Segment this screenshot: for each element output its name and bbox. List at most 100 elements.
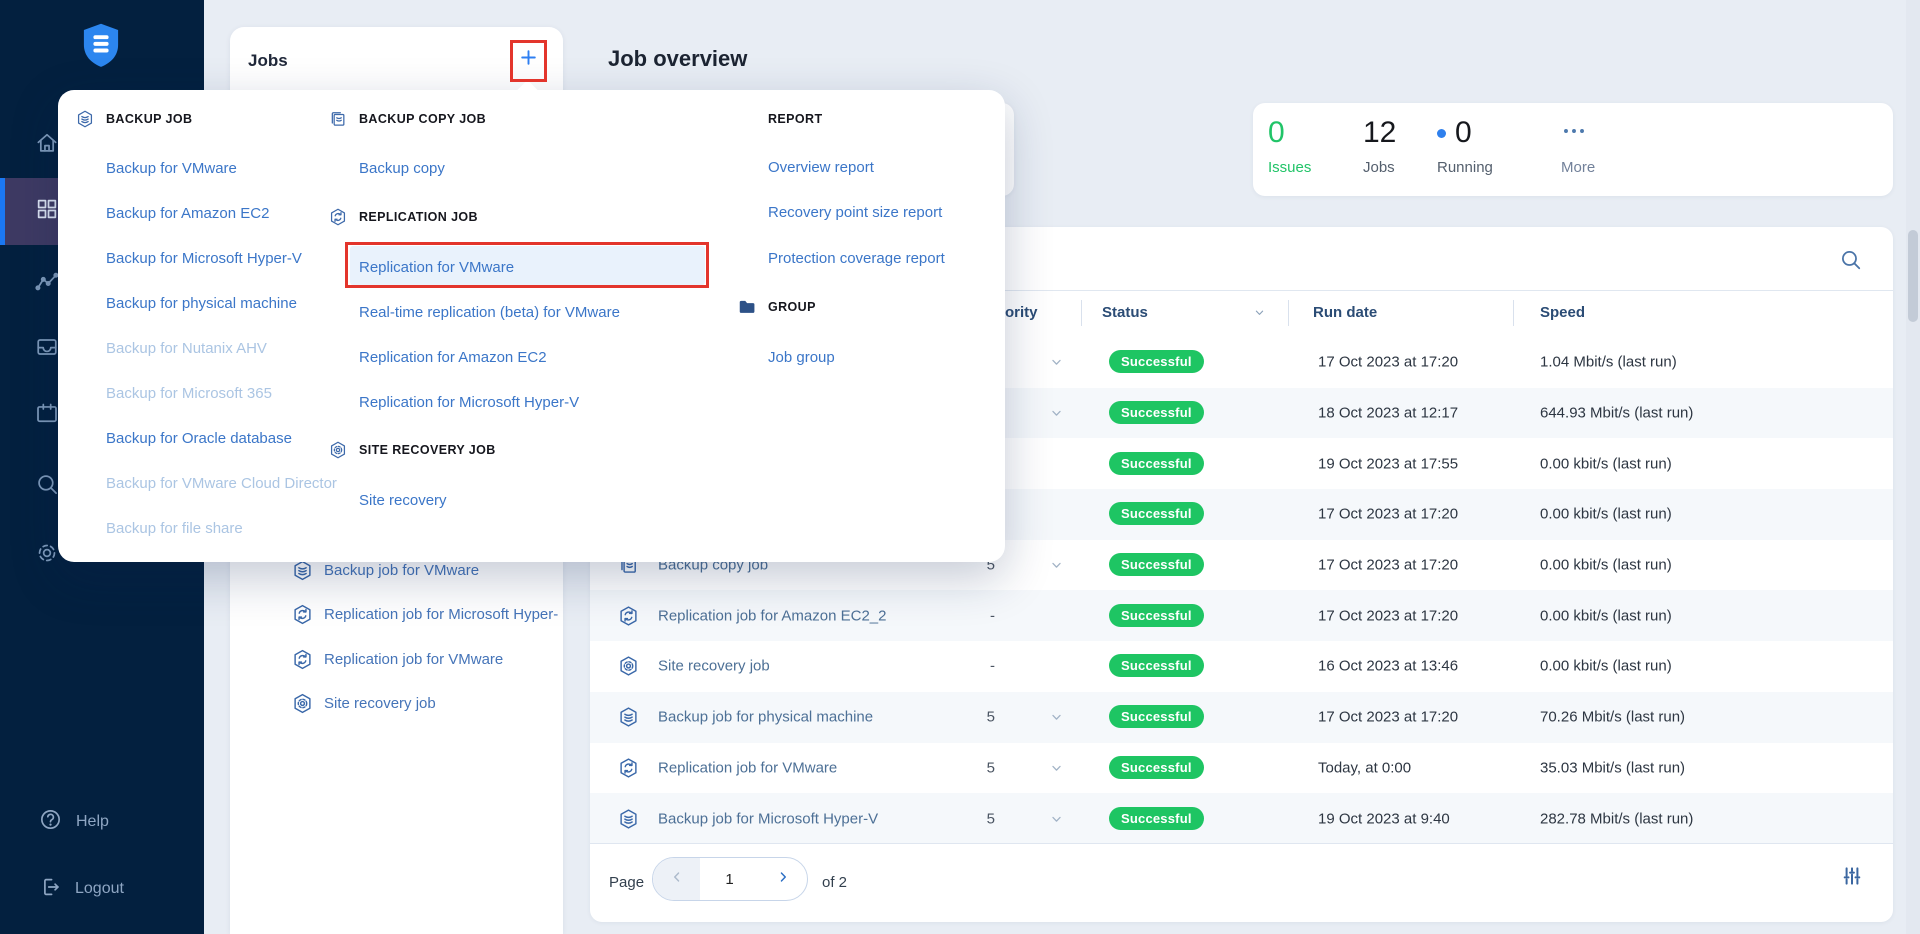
menu-item-real-time-replication-beta-for-vmware[interactable]: Real-time replication (beta) for VMware (328, 300, 620, 324)
menu-label: REPLICATION JOB (359, 210, 478, 224)
menu-item-backup-for-microsoft-hyper-v[interactable]: Backup for Microsoft Hyper-V (75, 246, 302, 270)
column-header-run-date[interactable]: Run date (1313, 304, 1377, 321)
menu-item-backup-for-vmware-cloud-director[interactable]: Backup for VMware Cloud Director (75, 471, 337, 495)
run-date: 17 Oct 2023 at 17:20 (1318, 708, 1459, 726)
tree-item-replication-job-for-microsoft-hyper[interactable]: Replication job for Microsoft Hyper- (291, 602, 558, 626)
menu-item-backup-for-file-share[interactable]: Backup for file share (75, 516, 243, 540)
tree-item-label: Replication job for VMware (324, 650, 504, 668)
chevron-right-icon (774, 868, 792, 891)
table-row[interactable]: Replication job for Amazon EC2_2 - Success… (590, 590, 1893, 642)
more-dots-icon (1561, 118, 1587, 149)
job-summary-card: 0 Issues 12 Jobs 0 Running More (1253, 103, 1893, 196)
status-badge: Successful (1109, 654, 1204, 678)
job-name: Backup job for Microsoft Hyper-V (658, 810, 879, 828)
column-header-speed[interactable]: Speed (1540, 304, 1585, 321)
stat-label: Jobs (1363, 159, 1395, 176)
status-badge: Successful (1109, 603, 1204, 627)
menu-label: Backup for Amazon EC2 (106, 204, 270, 222)
menu-item-site-recovery[interactable]: Site recovery (328, 488, 447, 512)
stat-value: 12 (1363, 116, 1397, 149)
replication-job-icon (291, 603, 314, 626)
menu-item-protection-coverage-report[interactable]: Protection coverage report (737, 246, 945, 270)
expand-chevron-icon[interactable] (1048, 354, 1065, 371)
running-dot-icon (1437, 128, 1446, 138)
job-priority: - (990, 657, 995, 675)
menu-item-replication-for-microsoft-hyper-v[interactable]: Replication for Microsoft Hyper-V (328, 390, 579, 414)
logout-label: Logout (75, 880, 124, 897)
menu-item-recovery-point-size-report[interactable]: Recovery point size report (737, 200, 942, 224)
menu-item-backup-for-nutanix-ahv[interactable]: Backup for Nutanix AHV (75, 336, 267, 360)
table-row[interactable]: Replication job for VMware 5 Successful Tod… (590, 743, 1893, 794)
menu-item-backup-copy[interactable]: Backup copy (328, 156, 445, 180)
stat-label: Issues (1268, 159, 1312, 176)
sort-chevron-down-icon[interactable] (1252, 305, 1267, 325)
job-name: Backup job for physical machine (658, 708, 874, 726)
menu-label: Protection coverage report (768, 249, 945, 267)
menu-item-overview-report[interactable]: Overview report (737, 155, 874, 179)
menu-item-backup-for-physical-machine[interactable]: Backup for physical machine (75, 291, 297, 315)
expand-chevron-icon[interactable] (1048, 810, 1065, 827)
run-date: 18 Oct 2023 at 12:17 (1318, 404, 1459, 422)
menu-item-job-group[interactable]: Job group (737, 345, 835, 369)
menu-label: BACKUP JOB (106, 112, 193, 126)
run-date: 17 Oct 2023 at 17:20 (1318, 607, 1459, 625)
help-button[interactable]: Help (0, 796, 204, 848)
tree-item-replication-job-for-vmware[interactable]: Replication job for VMware (291, 647, 503, 671)
tree-item-label: Replication job for Microsoft Hyper- (324, 605, 559, 623)
run-date: 17 Oct 2023 at 17:20 (1318, 505, 1459, 523)
menu-label: REPORT (768, 112, 823, 126)
logout-button[interactable]: Logout (0, 863, 204, 915)
expand-chevron-icon[interactable] (1048, 557, 1065, 574)
scrollbar-track[interactable] (1906, 0, 1920, 934)
menu-label: Backup for VMware Cloud Director (106, 474, 337, 492)
page-total-label: of 2 (822, 874, 848, 891)
column-separator (1288, 300, 1289, 326)
menu-item-backup-for-vmware[interactable]: Backup for VMware (75, 156, 237, 180)
stat-label: Running (1437, 159, 1493, 176)
next-page-button[interactable] (759, 858, 806, 900)
site-recovery-job-icon (617, 655, 640, 678)
status-badge: Successful (1109, 350, 1204, 374)
search-icon[interactable] (1838, 247, 1863, 277)
menu-item-replication-for-amazon-ec2[interactable]: Replication for Amazon EC2 (328, 345, 547, 369)
scrollbar-thumb[interactable] (1908, 230, 1918, 322)
menu-item-replication-for-vmware[interactable]: Replication for VMware (328, 255, 514, 279)
page-number-input[interactable]: 1 (700, 858, 759, 900)
menu-label: Real-time replication (beta) for VMware (359, 303, 620, 321)
tree-item-site-recovery-job[interactable]: Site recovery job (291, 691, 436, 715)
menu-label: Site recovery (359, 491, 447, 509)
add-job-button[interactable] (514, 43, 543, 74)
expand-chevron-icon[interactable] (1048, 405, 1065, 422)
menu-label: Backup for VMware (106, 159, 237, 177)
table-row[interactable]: Backup job for Microsoft Hyper-V 5 Success… (590, 793, 1893, 844)
menu-section-group: GROUP (737, 295, 816, 319)
backup-icon (75, 109, 106, 129)
menu-section-report: REPORT (737, 107, 823, 131)
backup-job-icon (617, 807, 640, 830)
menu-label: Replication for Amazon EC2 (359, 348, 547, 366)
table-row[interactable]: Backup job for physical machine 5 Successf… (590, 691, 1893, 743)
menu-item-backup-for-oracle-database[interactable]: Backup for Oracle database (75, 426, 292, 450)
sidebar-home-icon (34, 130, 60, 161)
app-logo-shield-icon (82, 22, 120, 69)
stat-value: 0 (1268, 116, 1285, 149)
table-row[interactable]: Site recovery job - Successful 16 Oct 2023 … (590, 641, 1893, 692)
stat-label: More (1561, 159, 1596, 176)
expand-chevron-icon[interactable] (1048, 759, 1065, 776)
stat-more[interactable]: More (1561, 116, 1595, 176)
page-title: Job overview (608, 46, 748, 71)
replication-icon (328, 207, 359, 227)
menu-item-backup-for-amazon-ec2[interactable]: Backup for Amazon EC2 (75, 201, 269, 225)
menu-label: Backup copy (359, 159, 445, 177)
menu-label: Recovery point size report (768, 203, 943, 221)
menu-label: Backup for Oracle database (106, 429, 292, 447)
run-date: 19 Oct 2023 at 17:55 (1318, 455, 1459, 473)
column-header-status[interactable]: Status (1102, 304, 1148, 321)
filter-sliders-icon[interactable] (1840, 864, 1864, 893)
run-date: 17 Oct 2023 at 17:20 (1318, 353, 1459, 371)
prev-page-button[interactable] (653, 858, 700, 900)
menu-item-backup-for-microsoft-365[interactable]: Backup for Microsoft 365 (75, 381, 272, 405)
expand-chevron-icon[interactable] (1048, 709, 1065, 726)
job-priority: 5 (986, 708, 995, 726)
page-control: 1 (652, 857, 808, 901)
